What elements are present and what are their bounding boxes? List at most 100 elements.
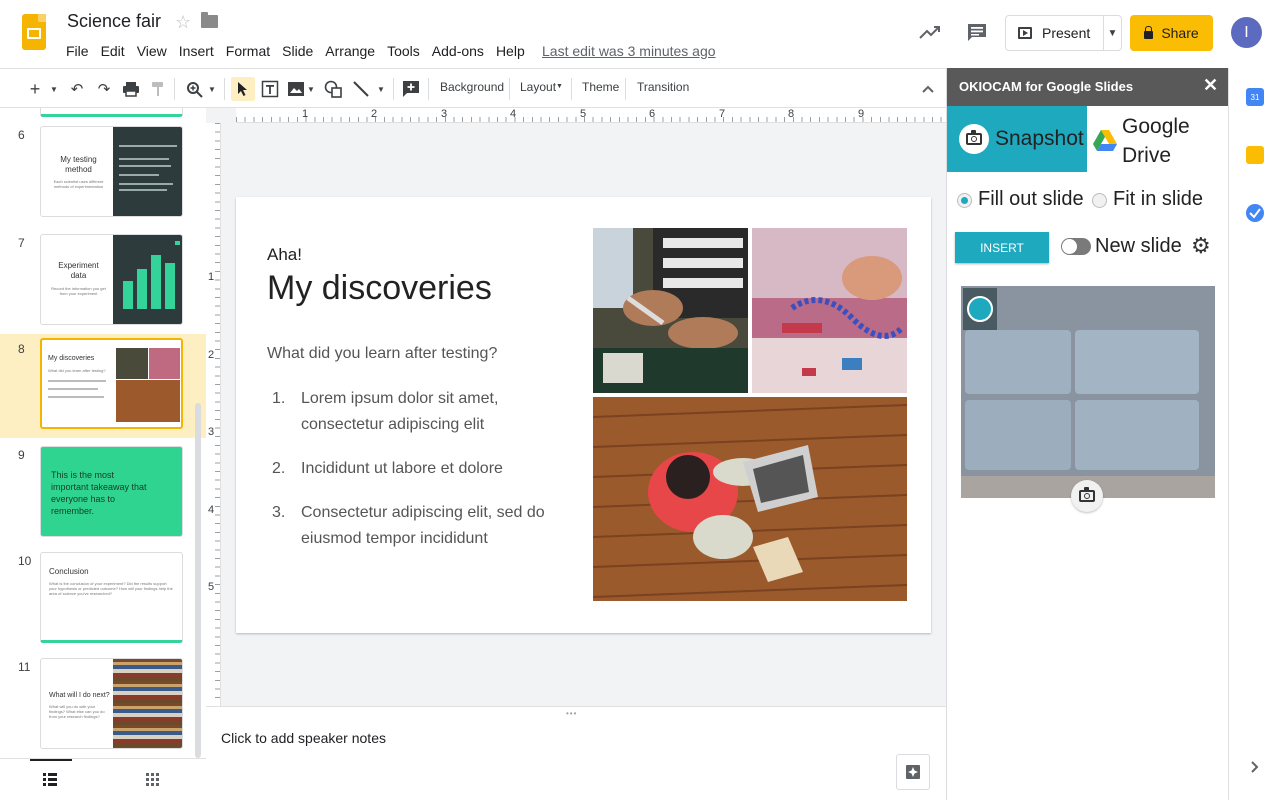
star-icon[interactable]: ☆ (175, 12, 191, 33)
filmstrip-row-10[interactable]: 10 Conclusion What is the conclusion of … (0, 548, 200, 648)
folder-icon[interactable] (201, 12, 218, 28)
vertical-ruler[interactable]: 1 2 3 4 5 (206, 123, 221, 706)
transition-button[interactable]: Transition (637, 80, 689, 94)
slides-logo-icon[interactable] (22, 14, 46, 50)
filmstrip-view-icon[interactable] (43, 773, 57, 791)
paint-format-icon[interactable] (147, 77, 169, 101)
menu-file[interactable]: File (60, 42, 95, 60)
menu-help[interactable]: Help (490, 42, 531, 60)
slide-thumbnail-9[interactable]: This is the most important takeaway that… (40, 446, 183, 537)
snapshot-tab[interactable]: Snapshot (947, 106, 1087, 172)
tasks-icon[interactable] (1246, 204, 1264, 222)
share-label: Share (1161, 25, 1199, 41)
fit-in-slide-label[interactable]: Fit in slide (1113, 188, 1203, 211)
theme-button[interactable]: Theme (582, 80, 619, 94)
explore-button[interactable] (896, 754, 930, 790)
active-view-indicator (30, 759, 72, 761)
document-title[interactable]: Science fair (67, 11, 161, 32)
filmstrip-row-8-selected[interactable]: 8 My discoveries What did you learn afte… (0, 334, 206, 438)
account-avatar[interactable]: I (1231, 17, 1262, 48)
filmstrip-row-11[interactable]: 11 What will I do next? What will you do… (0, 654, 200, 754)
slide-eyebrow-text[interactable]: Aha! (267, 245, 302, 265)
menu-slide[interactable]: Slide (276, 42, 319, 60)
layout-dropdown-icon[interactable]: ▼ (556, 83, 563, 90)
last-edit-link[interactable]: Last edit was 3 minutes ago (542, 42, 716, 60)
soldering-photo[interactable] (593, 228, 748, 393)
fill-out-slide-radio[interactable] (957, 193, 972, 208)
notes-drag-handle[interactable]: ••• (566, 709, 577, 718)
redo-icon[interactable]: ↷ (93, 77, 115, 101)
background-button[interactable]: Background (440, 80, 504, 94)
current-slide[interactable]: Aha! My discoveries What did you learn a… (236, 197, 931, 633)
new-slide-label: New slide (1095, 235, 1182, 257)
speaker-notes-input[interactable]: Click to add speaker notes (221, 730, 386, 746)
undo-icon[interactable]: ↶ (66, 77, 88, 101)
new-slide-toggle[interactable] (1061, 238, 1091, 255)
slide-list-item[interactable]: 3. Consectetur adipiscing elit, sed do e… (272, 500, 545, 552)
new-slide-plus-icon[interactable]: + (24, 77, 46, 101)
print-icon[interactable] (120, 77, 142, 101)
add-comment-icon[interactable] (400, 77, 422, 101)
electronics-photo[interactable] (752, 228, 907, 393)
menu-format[interactable]: Format (220, 42, 276, 60)
filmstrip-scrollbar[interactable] (195, 403, 201, 758)
image-dropdown[interactable]: ▼ (306, 77, 316, 101)
slide-list-item[interactable]: 2. Incididunt ut labore et dolore (272, 456, 542, 482)
thumb-title: What will I do next? (49, 692, 110, 699)
menu-insert[interactable]: Insert (173, 42, 220, 60)
gear-icon[interactable]: ⚙ (1191, 233, 1211, 259)
collapse-toolbar-chevron-up-icon[interactable] (918, 77, 938, 101)
horizontal-ruler[interactable]: 1 2 3 4 5 6 7 8 9 (236, 108, 946, 123)
fill-out-slide-label[interactable]: Fill out slide (978, 188, 1084, 211)
present-options-dropdown[interactable]: ▼ (1104, 28, 1121, 39)
present-button[interactable]: Present (1006, 16, 1104, 50)
zoom-dropdown[interactable]: ▼ (206, 77, 218, 101)
slide-subtitle[interactable]: What did you learn after testing? (267, 345, 497, 363)
filmstrip-row-6[interactable]: 6 My testing method Each scientist uses … (0, 122, 200, 222)
slide-title[interactable]: My discoveries (267, 269, 492, 308)
line-icon[interactable] (350, 77, 372, 101)
new-slide-layout-dropdown[interactable]: ▼ (48, 77, 60, 101)
slide-thumbnail-11[interactable]: What will I do next? What will you do wi… (40, 658, 183, 749)
slide-number: 11 (18, 660, 31, 674)
slide-list-item[interactable]: 1. Lorem ipsum dolor sit amet, consectet… (272, 386, 542, 438)
activity-trend-icon[interactable] (918, 22, 942, 42)
student-laptop-photo[interactable] (593, 397, 907, 601)
menu-addons[interactable]: Add-ons (426, 42, 490, 60)
slide-thumbnail-7[interactable]: Experiment data Record the information y… (40, 234, 183, 325)
menu-tools[interactable]: Tools (381, 42, 426, 60)
thumb-title: Experiment data (58, 261, 99, 280)
share-button[interactable]: Share (1130, 15, 1213, 51)
expand-panel-chevron-right-icon[interactable] (1249, 760, 1259, 779)
zoom-icon[interactable] (184, 77, 204, 101)
layout-button[interactable]: Layout (520, 80, 556, 94)
slide-canvas-area: 1 2 3 4 5 6 7 8 9 1 2 3 4 5 Aha! My disc… (206, 108, 946, 706)
menu-edit[interactable]: Edit (95, 42, 131, 60)
calendar-icon[interactable]: 31 (1246, 88, 1264, 106)
image-icon[interactable] (285, 77, 307, 101)
slide-thumbnail-8[interactable]: My discoveries What did you learn after … (40, 338, 183, 429)
filmstrip-row-9[interactable]: 9 This is the most important takeaway th… (0, 442, 200, 542)
filmstrip-row-7[interactable]: 7 Experiment data Record the information… (0, 230, 200, 330)
keep-icon[interactable] (1246, 146, 1264, 164)
google-drive-tab[interactable]: Google Drive (1093, 112, 1223, 170)
grid-view-icon[interactable] (146, 773, 159, 791)
close-icon[interactable]: ✕ (1203, 75, 1218, 96)
menu-arrange[interactable]: Arrange (319, 42, 381, 60)
line-dropdown[interactable]: ▼ (375, 77, 387, 101)
slide-thumbnail-6[interactable]: My testing method Each scientist uses di… (40, 126, 183, 217)
slide-thumbnail-5[interactable] (40, 108, 183, 117)
shape-icon[interactable] (322, 77, 344, 101)
addon-header: OKIOCAM for Google Slides ✕ (947, 68, 1229, 106)
toolbar-divider (174, 78, 175, 100)
select-cursor-icon[interactable] (231, 77, 255, 101)
comment-icon[interactable] (966, 22, 988, 42)
insert-button[interactable]: INSERT (955, 232, 1049, 263)
take-snapshot-camera-icon[interactable] (1071, 480, 1103, 512)
speaker-notes-panel[interactable]: ••• Click to add speaker notes (206, 706, 946, 800)
menu-view[interactable]: View (131, 42, 173, 60)
text-box-icon[interactable] (259, 77, 281, 101)
thumb-title: Conclusion (49, 567, 89, 576)
fit-in-slide-radio[interactable] (1092, 193, 1107, 208)
slide-thumbnail-10[interactable]: Conclusion What is the conclusion of you… (40, 552, 183, 643)
